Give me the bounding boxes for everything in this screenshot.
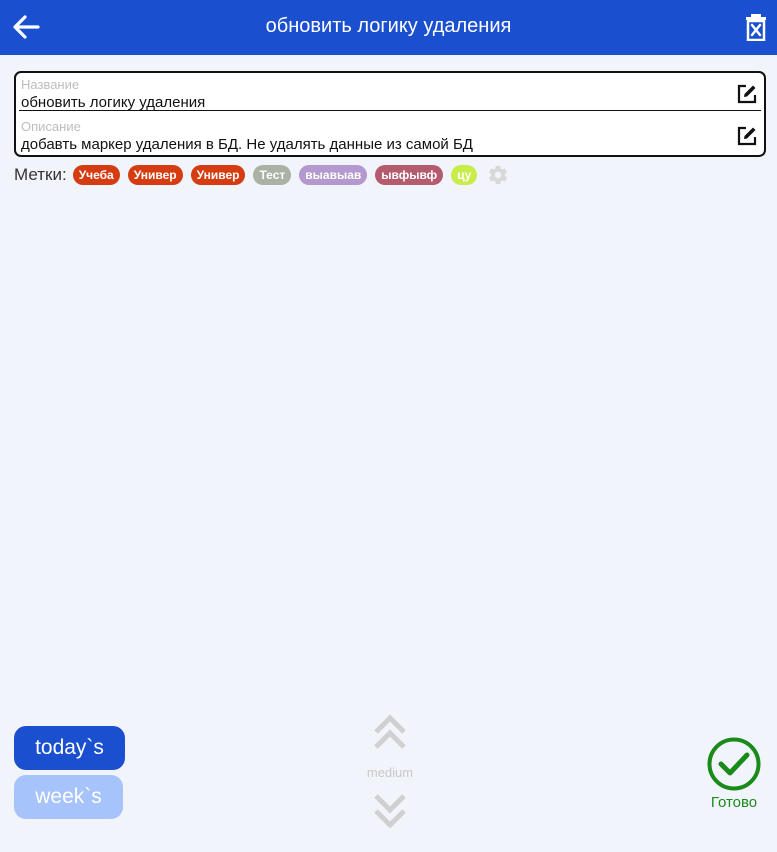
name-value[interactable]: обновить логику удаления (21, 94, 205, 111)
todays-button[interactable]: today`s (14, 726, 125, 770)
description-value[interactable]: добавть маркер удаления в БД. Не удалять… (21, 136, 473, 153)
app-header: обновить логику удаления (0, 0, 777, 55)
done-label: Готово (710, 794, 758, 811)
trash-x-icon[interactable] (745, 13, 767, 41)
tag-chip[interactable]: Универ (127, 165, 183, 185)
tag-chip[interactable]: Учеба (72, 165, 120, 185)
tag-chip[interactable]: Универ (190, 165, 246, 185)
tag-chip[interactable]: цу (451, 165, 478, 185)
description-field: Описание добавть маркер удаления в БД. Н… (19, 117, 761, 157)
done-button[interactable]: Готово (700, 736, 768, 811)
name-field: Название обновить логику удаления (19, 75, 761, 111)
edit-icon[interactable] (736, 83, 758, 105)
tag-chip[interactable]: выавыав (299, 165, 368, 185)
weeks-button[interactable]: week`s (14, 775, 123, 819)
description-label: Описание (21, 119, 81, 134)
tag-chip[interactable]: Тест (253, 165, 292, 185)
priority-label: medium (366, 765, 414, 780)
task-card: Название обновить логику удаления Описан… (14, 71, 766, 157)
check-circle-icon[interactable] (706, 736, 762, 792)
tags-label: Метки: (14, 165, 67, 184)
chevron-double-down-icon[interactable] (372, 792, 408, 830)
gear-icon[interactable] (487, 164, 509, 186)
tag-chip[interactable]: ывфывф (375, 165, 444, 185)
name-label: Название (21, 77, 80, 92)
page-title: обновить логику удаления (265, 15, 512, 37)
tags-row: Метки: Учеба Универ Универ Тест выавыав … (14, 163, 509, 187)
chevron-double-up-icon[interactable] (372, 713, 408, 751)
edit-icon[interactable] (736, 125, 758, 147)
